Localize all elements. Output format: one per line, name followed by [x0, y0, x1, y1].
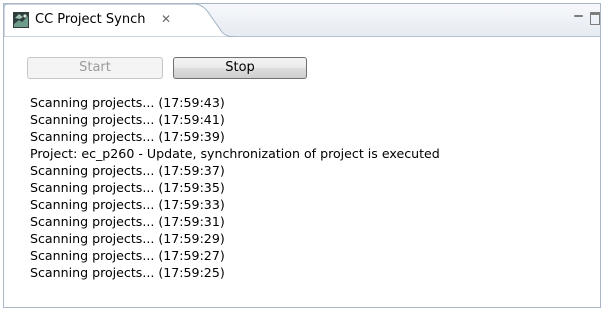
minimize-icon[interactable] — [574, 12, 584, 24]
synch-toolbar: Start Stop — [27, 57, 307, 79]
log-line: Scanning projects... (17:59:35) — [30, 180, 225, 195]
log-line: Project: ec_p260 - Update, synchronizati… — [30, 146, 440, 161]
view-controls — [574, 12, 600, 26]
log-line: Scanning projects... (17:59:27) — [30, 248, 225, 263]
cc-project-synch-view: CC Project Synch ✕ Start Stop Scanning p… — [3, 3, 601, 308]
tab-cc-project-synch[interactable]: CC Project Synch ✕ — [4, 4, 236, 37]
log-output[interactable]: Scanning projects... (17:59:43) Scanning… — [30, 94, 596, 307]
start-button[interactable]: Start — [27, 57, 163, 79]
log-line: Scanning projects... (17:59:33) — [30, 197, 225, 212]
tab-title: CC Project Synch — [35, 12, 146, 27]
log-line: Scanning projects... (17:59:43) — [30, 95, 225, 110]
close-icon[interactable]: ✕ — [161, 12, 171, 26]
maximize-icon[interactable] — [590, 12, 600, 25]
view-tab-strip: CC Project Synch ✕ — [4, 4, 600, 37]
cc-project-synch-icon — [13, 12, 29, 28]
log-line: Scanning projects... (17:59:31) — [30, 214, 225, 229]
log-line: Scanning projects... (17:59:41) — [30, 112, 225, 127]
stop-button[interactable]: Stop — [173, 57, 307, 79]
log-line: Scanning projects... (17:59:37) — [30, 163, 225, 178]
log-line: Scanning projects... (17:59:29) — [30, 231, 225, 246]
log-line: Scanning projects... (17:59:39) — [30, 129, 225, 144]
log-line: Scanning projects... (17:59:25) — [30, 265, 225, 280]
